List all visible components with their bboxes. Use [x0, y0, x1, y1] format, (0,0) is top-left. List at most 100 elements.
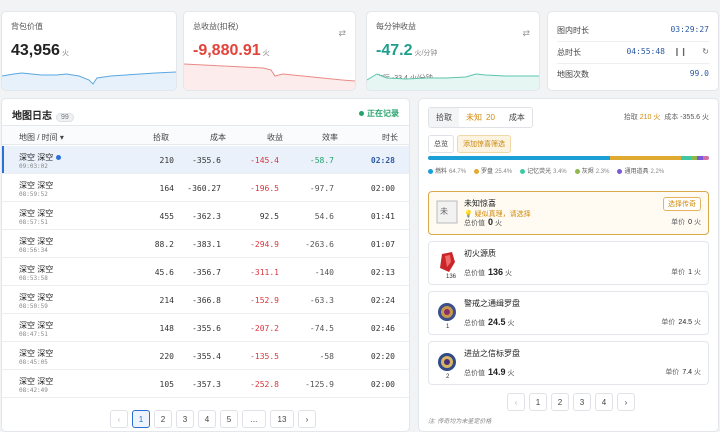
tab-unknown[interactable]: 未知 20	[459, 108, 502, 127]
page-button[interactable]: 2	[154, 410, 172, 428]
page-button[interactable]: 4	[198, 410, 216, 428]
row-cost: -362.3	[192, 212, 221, 221]
row-eff: -263.6	[305, 240, 334, 249]
table-row[interactable]: 深空 深空 08:59:52 164 -360.27 -196.5 -97.7 02:00	[2, 174, 409, 202]
row-eff: -125.9	[305, 380, 334, 389]
row-eff: -58	[319, 352, 334, 361]
row-dur: 02:46	[370, 324, 395, 333]
row-income: -311.1	[250, 268, 279, 277]
row-map-name: 深空 深空	[19, 152, 62, 163]
recording-dot-icon	[359, 111, 364, 117]
filter-overview-button[interactable]: 总览	[428, 135, 454, 153]
row-cost: -355.4	[192, 352, 221, 361]
row-time: 08:57:51	[19, 219, 48, 226]
item-unit-price: 单价 24.5 火	[661, 319, 701, 326]
tab-pick[interactable]: 拾取	[429, 108, 459, 127]
row-pick: 164	[159, 184, 174, 193]
col-eff: 效率	[322, 133, 338, 142]
row-time: 09:03:02	[19, 163, 48, 170]
col-cost: 成本	[210, 133, 226, 142]
map-log-count: 99	[56, 113, 74, 122]
current-dot-icon	[56, 155, 62, 161]
table-row[interactable]: 深空 深空 08:53:58 45.6 -356.7 -311.1 -140 02:13	[2, 258, 409, 286]
table-row[interactable]: 深空 深空 08:47:51 148 -355.6 -207.2 -74.5 02:46	[2, 314, 409, 342]
row-time: 08:50:59	[19, 303, 48, 310]
drops-tabs: 拾取 未知 20 成本	[428, 107, 533, 128]
drops-summary: 拾取 210 火 成本 -355.6 火	[623, 114, 709, 121]
row-time: 08:53:58	[19, 275, 48, 282]
item-name: 未知惊喜	[464, 199, 496, 208]
table-row[interactable]: 深空 深空 08:56:34 88.2 -383.1 -294.9 -263.6 01:07	[2, 230, 409, 258]
page-button[interactable]: 2	[551, 393, 569, 411]
row-income: -135.5	[250, 352, 279, 361]
row-map-name: 深空 深空	[19, 237, 54, 246]
row-dur: 01:07	[370, 240, 395, 249]
row-map-name: 深空 深空	[19, 293, 54, 302]
legend-item: 通用道具 2.2%	[617, 166, 664, 175]
legend-item: 罗盘 25.4%	[474, 166, 512, 175]
distribution-segment	[428, 156, 610, 160]
item-quantity: 2	[446, 374, 450, 380]
map-log-panel: 地图日志 99 正在记录 地图 / 时间 ▾ 拾取 成本 收益 效率 时长 深空 …	[1, 98, 410, 432]
legend-dot-icon	[520, 168, 526, 174]
swap-icon[interactable]: ⇄	[522, 28, 530, 39]
drop-item[interactable]: 1 警戒之通缉罗盘 总价值 24.5 火 单价 24.5 火	[428, 291, 709, 335]
legend-dot-icon	[574, 168, 580, 174]
row-dur: 02:20	[370, 352, 395, 361]
per-minute-sparkline	[367, 73, 539, 90]
category-legend: 燃料 64.7% 罗盘 25.4% 记忆荧光 3.4% 灰烬 2.3% 通用道具 2.2%	[428, 166, 709, 175]
total-income-sparkline	[184, 63, 355, 90]
row-income: -207.2	[250, 324, 279, 333]
distribution-segment	[609, 156, 682, 160]
col-map[interactable]: 地图 / 时间 ▾	[19, 132, 64, 143]
restart-icon[interactable]: ↻	[702, 47, 709, 56]
page-button[interactable]: 1	[132, 410, 150, 428]
item-total: 总价值 0 火	[464, 217, 502, 227]
row-pick: 210	[159, 156, 174, 165]
page-button[interactable]: ...	[242, 410, 266, 428]
page-button[interactable]: 3	[176, 410, 194, 428]
row-time: 08:59:52	[19, 191, 48, 198]
prev-page-button[interactable]: ‹	[110, 410, 128, 428]
prev-page-button[interactable]: ‹	[507, 393, 525, 411]
item-name: 进益之信标罗盘	[464, 349, 520, 358]
row-map-name: 深空 深空	[19, 181, 54, 190]
drop-item[interactable]: 2 进益之信标罗盘 总价值 14.9 火 单价 7.4 火	[428, 341, 709, 385]
table-row[interactable]: 深空 深空 08:50:59 214 -366.8 -152.9 -63.3 02:24	[2, 286, 409, 314]
page-button[interactable]: 1	[529, 393, 547, 411]
total-time-row: 总时长 04:55:48 ❙❙ ↻	[557, 47, 709, 57]
row-cost: -366.8	[192, 296, 221, 305]
table-row[interactable]: 深空 深空 08:57:51 455 -362.3 92.5 54.6 01:41	[2, 202, 409, 230]
add-filter-button[interactable]: 添加惊喜筛选	[457, 135, 511, 153]
page-button[interactable]: 5	[220, 410, 238, 428]
page-button[interactable]: 4	[595, 393, 613, 411]
legend-dot-icon	[474, 168, 480, 174]
tab-cost[interactable]: 成本	[502, 108, 532, 127]
table-row[interactable]: 深空 深空 09:03:02 210 -355.6 -145.4 -58.7 02:28	[2, 146, 409, 174]
col-pick: 拾取	[153, 133, 169, 142]
pause-icon[interactable]: ❙❙	[674, 47, 687, 56]
table-row[interactable]: 深空 深空 08:42:49 105 -357.3 -252.8 -125.9 02:00	[2, 370, 409, 398]
drop-item[interactable]: 未未知惊喜 💡 疑似真理，请选择 选择传奇 总价值 0 火单价 0 火	[428, 191, 709, 235]
compass-icon	[436, 300, 458, 324]
bag-value-card: 背包价值 43,956 火	[1, 11, 177, 91]
next-page-button[interactable]: ›	[298, 410, 316, 428]
distribution-segment	[681, 156, 691, 160]
row-income: 92.5	[259, 212, 279, 221]
swap-icon[interactable]: ⇄	[338, 28, 346, 39]
total-income-label: 总收益(扣税)	[193, 22, 239, 31]
next-page-button[interactable]: ›	[617, 393, 635, 411]
page-button[interactable]: 3	[573, 393, 591, 411]
item-total: 总价值 136 火	[464, 267, 512, 277]
table-row[interactable]: 深空 深空 08:45:05 220 -355.4 -135.5 -58 02:20	[2, 342, 409, 370]
unknown-item-icon: 未	[436, 200, 458, 224]
page-button[interactable]: 13	[270, 410, 294, 428]
choose-legend-button[interactable]: 选择传奇	[663, 197, 701, 211]
row-cost: -383.1	[192, 240, 221, 249]
row-cost: -356.7	[192, 268, 221, 277]
map-time-value: 03:29:27	[670, 25, 709, 34]
map-count-value: 99.0	[689, 69, 709, 78]
log-pagination: ‹ 1 2 3 4 5... 13 ›	[110, 410, 316, 428]
drop-item[interactable]: 136 初火源质 总价值 136 火 单价 1 火	[428, 241, 709, 285]
item-unit-price: 单价 0 火	[671, 219, 701, 226]
